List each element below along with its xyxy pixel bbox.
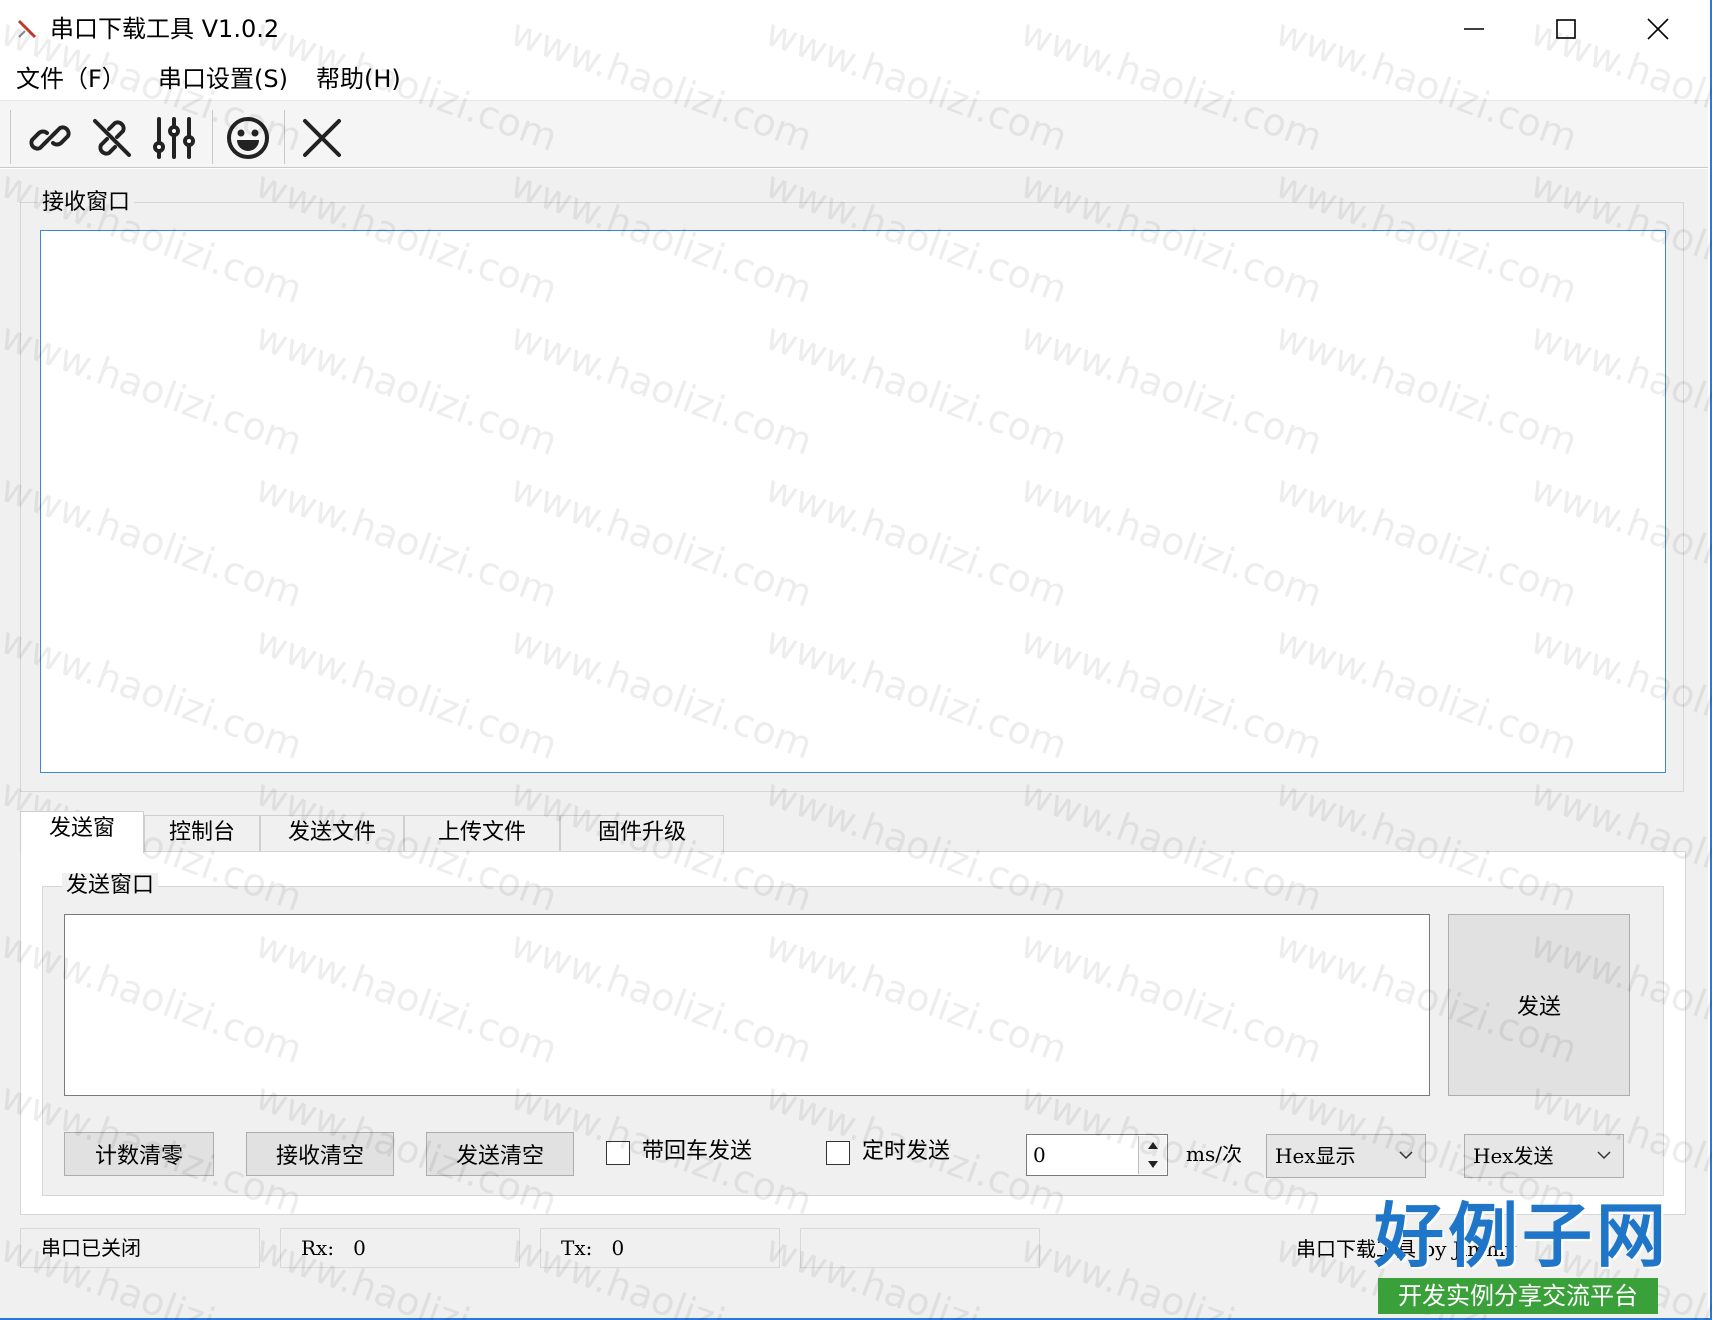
link-icon (29, 125, 71, 151)
send-mode-select[interactable]: Hex发送 (1464, 1134, 1624, 1178)
toolbar-grip (10, 110, 11, 164)
menu-help[interactable]: 帮助(H) (316, 64, 401, 94)
tab-upload-file[interactable]: 上传文件 (404, 815, 560, 851)
unlink-icon (93, 119, 131, 157)
clear-count-button[interactable]: 计数清零 (64, 1132, 214, 1176)
clear-send-button[interactable]: 发送清空 (426, 1132, 574, 1176)
chevron-down-icon (1597, 1151, 1611, 1160)
logo-title: 好例子网 (1374, 1194, 1670, 1277)
smiley-icon (227, 117, 269, 159)
logo-subtitle: 开发实例分享交流平台 (1378, 1278, 1658, 1314)
tab-console[interactable]: 控制台 (144, 815, 260, 851)
connect-button[interactable] (24, 112, 76, 164)
maximize-button[interactable] (1520, 4, 1612, 54)
minimize-icon (1464, 28, 1484, 30)
settings-button[interactable] (148, 112, 200, 164)
menu-serial-settings[interactable]: 串口设置(S) (158, 64, 288, 94)
tab-firmware-upgrade[interactable]: 固件升级 (560, 815, 724, 851)
close-x-icon (303, 119, 341, 157)
menu-file[interactable]: 文件（F） (16, 64, 126, 94)
crlf-label: 带回车发送 (642, 1139, 753, 1164)
exit-button[interactable] (296, 112, 348, 164)
triangle-down-icon (1148, 1161, 1158, 1168)
sliders-icon (153, 117, 195, 159)
disconnect-button[interactable] (86, 112, 138, 164)
interval-spinner (1138, 1136, 1166, 1174)
app-icon (16, 18, 38, 40)
close-icon (1647, 18, 1669, 40)
tab-send-file[interactable]: 发送文件 (260, 815, 404, 851)
toolbar-separator (284, 110, 285, 164)
about-button[interactable] (222, 112, 274, 164)
spin-up-button[interactable] (1139, 1136, 1167, 1155)
tx-label: Tx: (561, 1236, 593, 1260)
timer-checkbox[interactable] (826, 1141, 850, 1165)
rx-value: 0 (353, 1236, 366, 1260)
display-mode-value: Hex显示 (1275, 1144, 1356, 1168)
tab-send-window[interactable]: 发送窗 (20, 811, 144, 853)
interval-unit: ms/次 (1186, 1142, 1242, 1166)
chevron-down-icon (1399, 1151, 1413, 1160)
minimize-button[interactable] (1428, 4, 1520, 54)
send-group-label: 发送窗口 (62, 873, 159, 899)
toolbar-separator (212, 110, 213, 164)
status-port-state: 串口已关闭 (20, 1228, 260, 1268)
tx-value: 0 (611, 1236, 625, 1260)
clear-receive-button[interactable]: 接收清空 (246, 1132, 394, 1176)
send-mode-value: Hex发送 (1473, 1144, 1554, 1168)
triangle-up-icon (1148, 1142, 1158, 1149)
receive-textarea[interactable] (40, 230, 1666, 773)
crlf-checkbox[interactable] (606, 1141, 630, 1165)
status-rx: Rx: 0 (280, 1228, 520, 1268)
send-button[interactable]: 发送 (1448, 914, 1630, 1096)
timer-label: 定时发送 (862, 1139, 951, 1164)
display-mode-select[interactable]: Hex显示 (1266, 1134, 1426, 1178)
status-extra (800, 1228, 1040, 1268)
window-title: 串口下载工具 V1.0.2 (50, 15, 280, 43)
status-tx: Tx: 0 (540, 1228, 780, 1268)
rx-label: Rx: (301, 1236, 335, 1260)
close-window-button[interactable] (1612, 4, 1704, 54)
maximize-icon (1556, 19, 1576, 39)
receive-group-label: 接收窗口 (38, 190, 135, 216)
send-textarea[interactable] (64, 914, 1430, 1096)
spin-down-button[interactable] (1139, 1155, 1167, 1174)
